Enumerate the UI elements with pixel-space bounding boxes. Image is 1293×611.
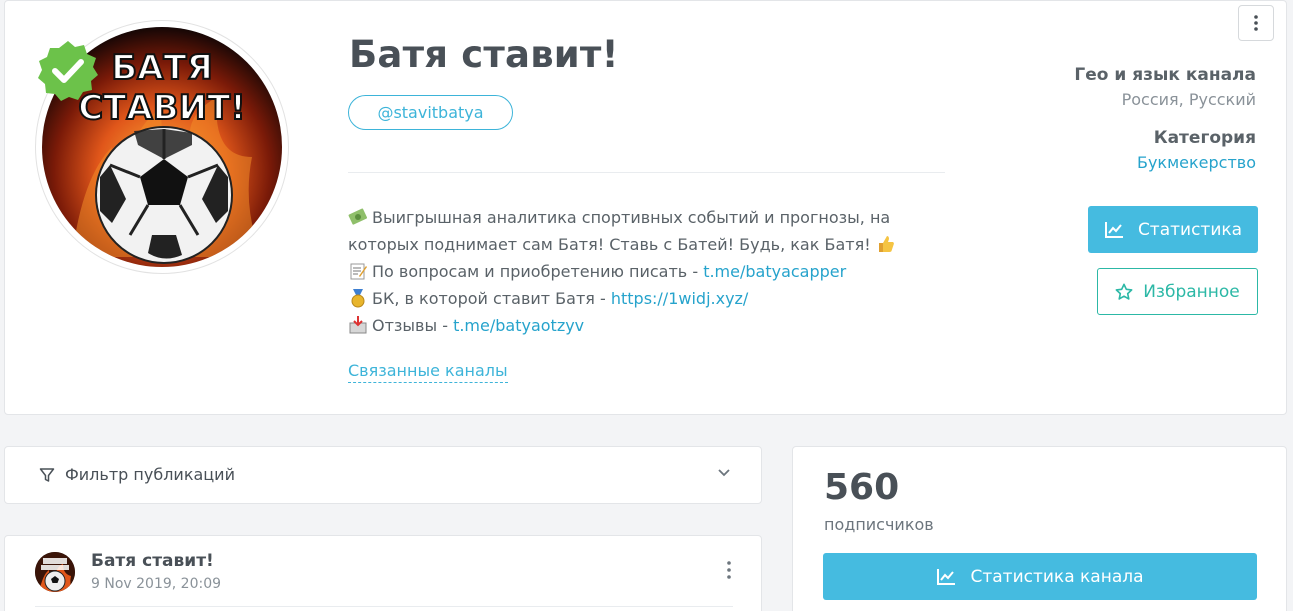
divider	[348, 172, 945, 173]
description-text: БК, в которой ставит Батя -	[372, 289, 611, 308]
description-text: Отзывы -	[372, 316, 454, 335]
channel-description: Выигрышная аналитика спортивных событий …	[348, 204, 908, 339]
description-text: Выигрышная аналитика спортивных событий …	[372, 208, 891, 227]
post-avatar	[35, 552, 75, 592]
description-text: которых поднимает сам Батя! Ставь с Бате…	[348, 235, 871, 254]
subscriber-count: 560	[824, 467, 900, 508]
subscribers-card: 560 подписчиков Статистика канала	[792, 446, 1287, 611]
more-vertical-icon	[1254, 15, 1258, 31]
inbox-icon	[349, 316, 367, 334]
category-link[interactable]: Букмекерство	[1137, 153, 1256, 172]
filter-toggle[interactable]: Фильтр публикаций	[39, 465, 235, 484]
statistics-button[interactable]: Статистика	[1088, 206, 1258, 253]
description-text: По вопросам и приобретению писать -	[372, 262, 704, 281]
memo-icon	[350, 263, 367, 280]
filter-icon	[39, 467, 55, 482]
description-line: БК, в которой ставит Батя - https://1wid…	[348, 285, 908, 312]
money-icon	[348, 208, 368, 225]
description-line: Отзывы - t.me/batyaotzyv	[348, 312, 908, 339]
soccer-ball-flame-logo	[35, 552, 75, 592]
related-channels-link[interactable]: Связанные каналы	[348, 361, 508, 383]
bookmaker-link[interactable]: https://1widj.xyz/	[611, 289, 748, 308]
post-date: 9 Nov 2019, 20:09	[91, 576, 222, 592]
line-chart-icon	[1104, 221, 1123, 238]
verified-badge-icon	[38, 41, 98, 101]
more-vertical-icon[interactable]	[727, 561, 731, 579]
channel-handle-link[interactable]: @stavitbatya	[348, 95, 513, 130]
star-icon	[1115, 283, 1133, 300]
channel-statistics-button-label: Статистика канала	[970, 566, 1144, 587]
favorite-button[interactable]: Избранное	[1097, 268, 1258, 315]
chevron-down-icon[interactable]	[717, 468, 731, 478]
subscriber-label: подписчиков	[824, 515, 934, 534]
description-line: По вопросам и приобретению писать - t.me…	[348, 258, 908, 285]
post-channel-title[interactable]: Батя ставит!	[91, 551, 214, 571]
channel-title: Батя ставит!	[349, 33, 619, 76]
category-label: Категория	[1153, 128, 1256, 148]
geo-label: Гео и язык канала	[1074, 65, 1256, 85]
post-card: Батя ставит! 9 Nov 2019, 20:09	[4, 535, 762, 611]
medal-icon	[351, 289, 365, 308]
channel-avatar: БАТЯ СТАВИТ!	[35, 20, 289, 274]
channel-statistics-button[interactable]: Статистика канала	[823, 553, 1257, 600]
avatar-text-line-1: БАТЯ	[111, 48, 213, 88]
contact-link[interactable]: t.me/batyacapper	[703, 262, 846, 281]
favorite-button-label: Избранное	[1143, 281, 1240, 302]
description-line: которых поднимает сам Батя! Ставь с Бате…	[348, 231, 908, 258]
channel-menu-button[interactable]	[1238, 5, 1274, 41]
geo-value: Россия, Русский	[1121, 90, 1256, 109]
divider	[35, 606, 733, 607]
filter-label: Фильтр публикаций	[65, 465, 235, 484]
reviews-link[interactable]: t.me/batyaotzyv	[453, 316, 584, 335]
avatar-text-line-2: СТАВИТ!	[78, 88, 246, 128]
statistics-button-label: Статистика	[1137, 219, 1243, 240]
publication-filter[interactable]: Фильтр публикаций	[4, 446, 762, 504]
line-chart-icon	[937, 568, 956, 585]
thumbs-up-icon	[878, 236, 894, 252]
description-line: Выигрышная аналитика спортивных событий …	[348, 204, 908, 231]
channel-card: БАТЯ СТАВИТ! Батя ставит! @stavitbatya В…	[4, 0, 1287, 415]
